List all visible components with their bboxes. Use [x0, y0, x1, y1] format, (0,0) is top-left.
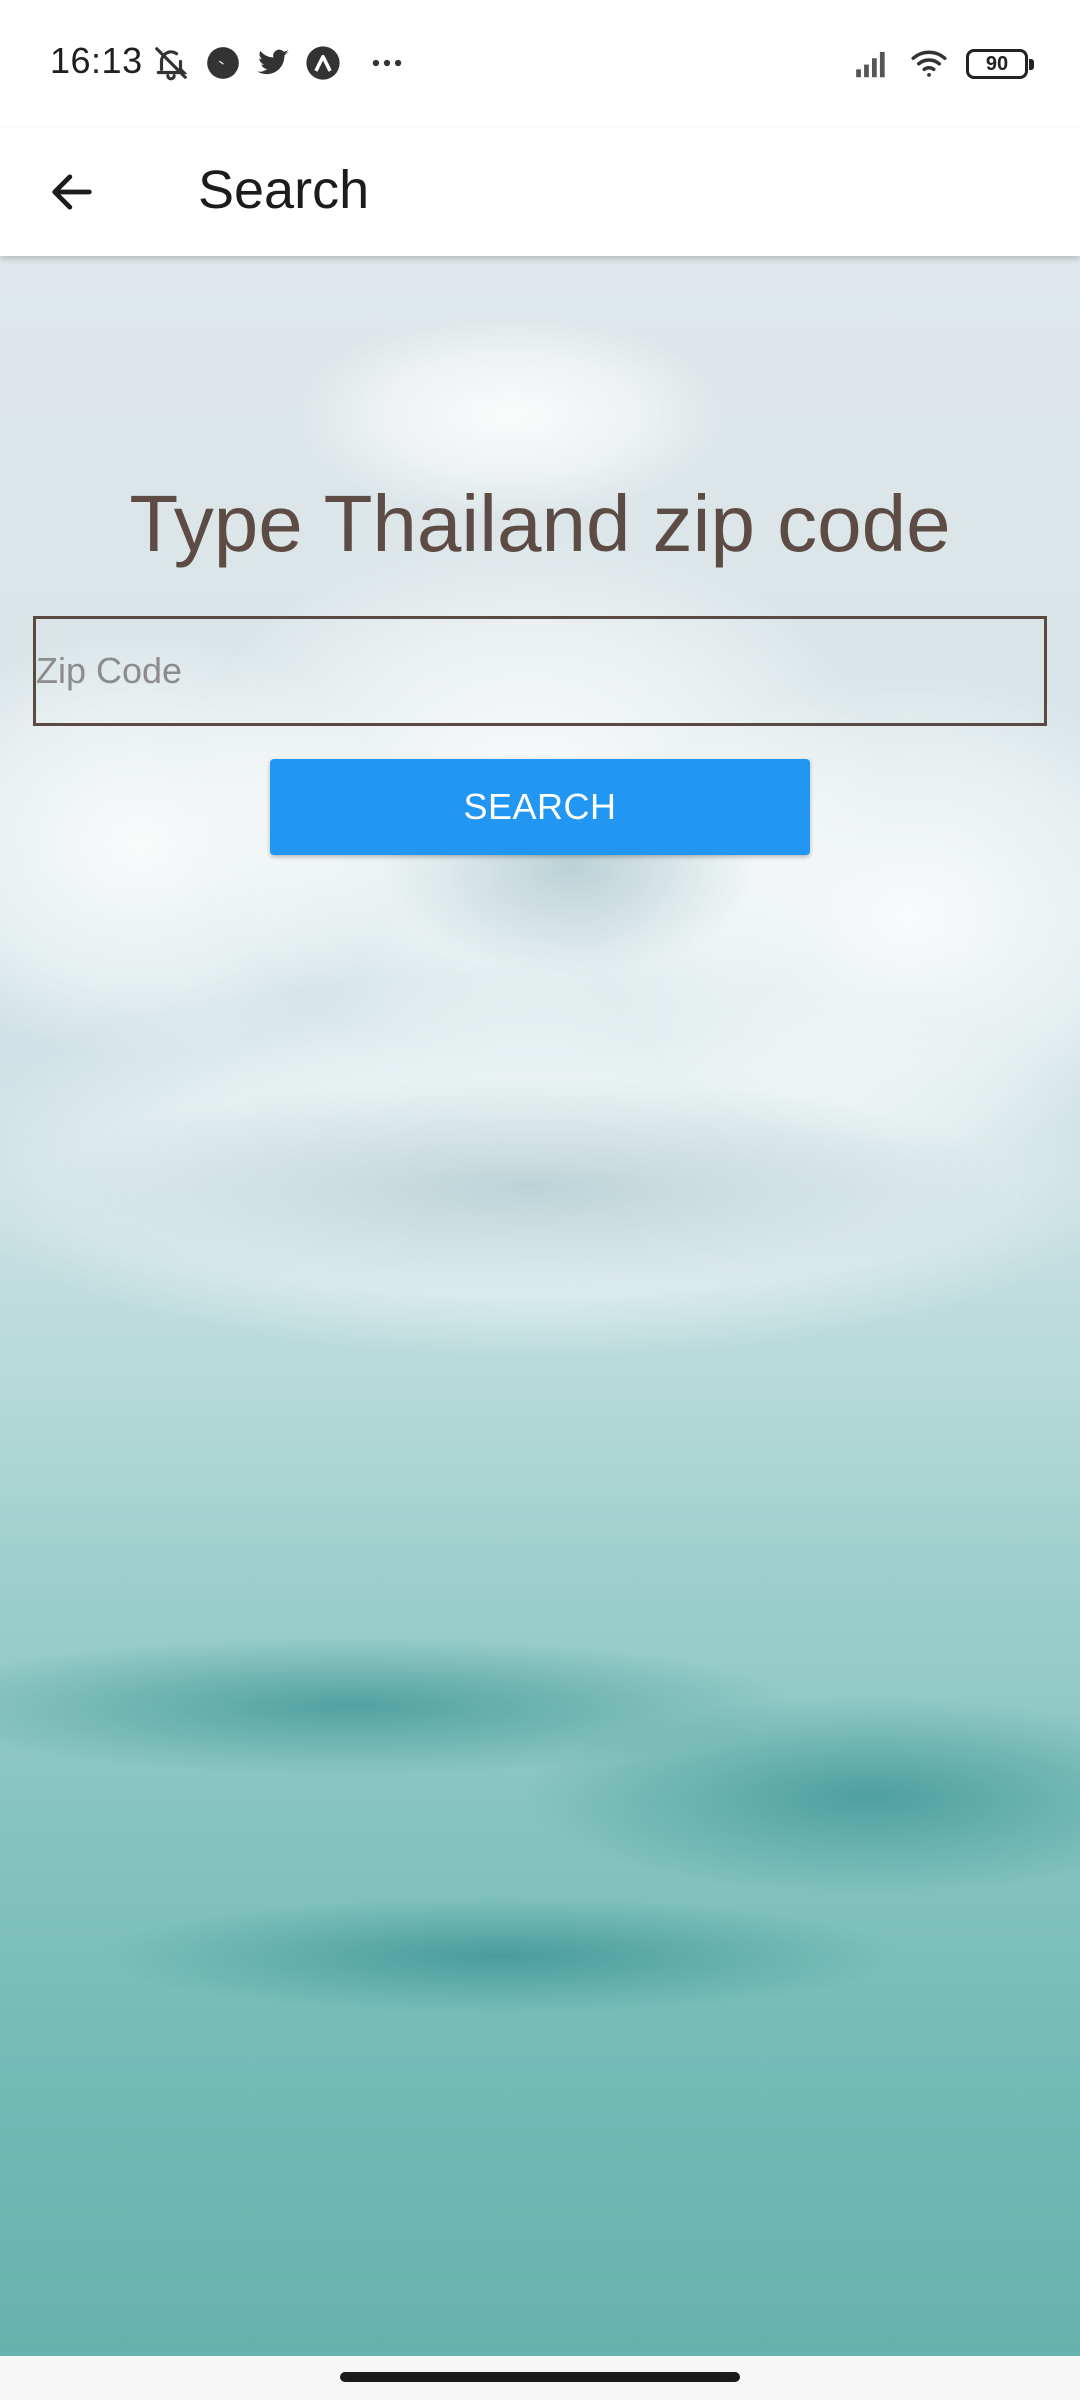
wifi-icon [906, 44, 952, 82]
app-logo-icon [304, 44, 342, 82]
back-button[interactable] [30, 150, 114, 234]
status-bar: 16:13 90 [0, 0, 1080, 128]
zip-code-input[interactable] [33, 616, 1047, 726]
messenger-icon [204, 44, 242, 82]
home-indicator[interactable] [340, 2372, 740, 2382]
search-button[interactable]: SEARCH [270, 759, 810, 855]
bell-off-icon [152, 44, 190, 82]
signal-icon [850, 44, 894, 82]
background-image [0, 256, 1080, 2356]
status-time: 16:13 [50, 40, 143, 81]
navigation-bar [0, 2356, 1080, 2400]
app-bar: Search [0, 128, 1080, 256]
page-title: Search [198, 160, 370, 220]
more-icon [368, 44, 406, 82]
battery-icon: 90 [966, 49, 1034, 79]
heading: Type Thailand zip code [129, 479, 951, 568]
twitter-icon [254, 44, 292, 82]
arrow-left-icon [52, 174, 92, 210]
